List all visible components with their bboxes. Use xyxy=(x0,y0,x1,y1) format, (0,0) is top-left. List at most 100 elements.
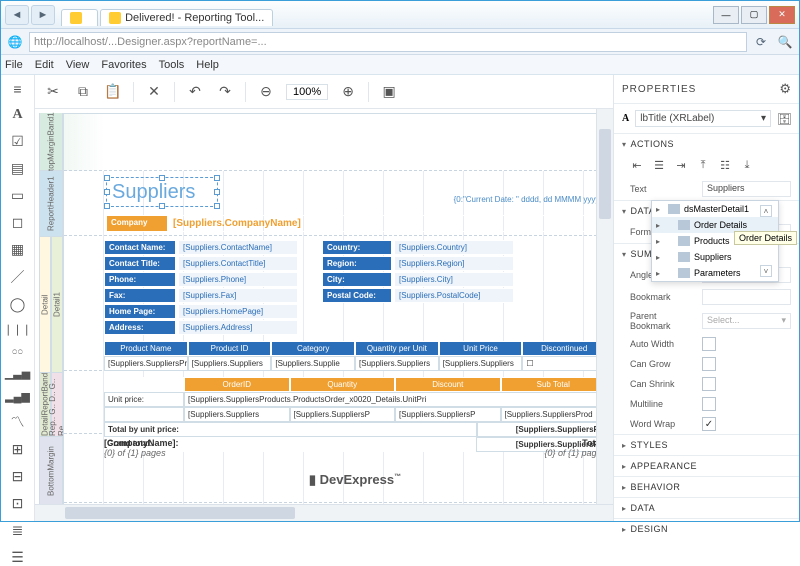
shape-tool[interactable]: ◯ xyxy=(8,296,28,313)
company-value[interactable]: [Suppliers.CompanyName] xyxy=(168,215,602,232)
align-top-icon[interactable]: ⤒ xyxy=(696,158,710,172)
group-behavior[interactable]: BEHAVIOR xyxy=(614,477,799,497)
title-label[interactable]: Suppliers xyxy=(112,181,195,204)
text-input[interactable]: Suppliers xyxy=(702,181,791,197)
subreport-tool[interactable]: ⊡ xyxy=(8,495,28,512)
menu-view[interactable]: View xyxy=(66,59,90,71)
align-bottom-icon[interactable]: ⤓ xyxy=(740,158,754,172)
crossband-tool[interactable]: ☰ xyxy=(8,549,28,566)
table-icon xyxy=(678,220,690,230)
zoom-out-button[interactable]: ⊖ xyxy=(256,82,276,102)
favicon-icon xyxy=(70,12,82,24)
align-icons: ⇤ ☰ ⇥ ⤒ ☷ ⤓ xyxy=(614,154,799,178)
browser-titlebar: ◄ ► Delivered! - Reporting Tool... — ▢ ✕ xyxy=(1,1,799,29)
url-field[interactable]: http://localhost/...Designer.aspx?report… xyxy=(29,32,747,52)
zoom-in-button[interactable]: ⊕ xyxy=(338,82,358,102)
align-right-icon[interactable]: ⇥ xyxy=(674,158,688,172)
richtext-tool[interactable]: ▤ xyxy=(8,160,28,177)
group-styles[interactable]: STYLES xyxy=(614,435,799,455)
menu-help[interactable]: Help xyxy=(196,59,219,71)
cangrow-checkbox[interactable] xyxy=(702,357,716,371)
menu-tools[interactable]: Tools xyxy=(159,59,185,71)
popup-scroll-down[interactable]: ˅ xyxy=(760,265,772,277)
delete-button[interactable]: ✕ xyxy=(144,82,164,102)
wordwrap-label: Word Wrap xyxy=(630,419,696,429)
group-actions[interactable]: ACTIONS xyxy=(614,134,799,154)
band-reportheader[interactable]: ReportHeader1 xyxy=(39,171,63,237)
cut-button[interactable]: ✂ xyxy=(43,82,63,102)
redo-button[interactable]: ↷ xyxy=(215,82,235,102)
menu-favorites[interactable]: Favorites xyxy=(101,59,146,71)
vertical-scrollbar[interactable] xyxy=(596,109,613,504)
autowidth-checkbox[interactable] xyxy=(702,337,716,351)
panel-tool[interactable]: ◻ xyxy=(8,214,28,231)
main-area: ✂ ⧉ 📋 ✕ ↶ ↷ ⊖ 100% ⊕ ▣ topMarginBand1 Re… xyxy=(35,75,613,521)
close-button[interactable]: ✕ xyxy=(769,6,795,24)
zoom-level[interactable]: 100% xyxy=(286,84,328,100)
canshrink-label: Can Shrink xyxy=(630,379,696,389)
group-data[interactable]: DATA xyxy=(614,498,799,518)
label-type-icon: A xyxy=(622,113,629,124)
brand-logo: ▮ DevExpress™ xyxy=(104,472,606,488)
element-selector[interactable]: lbTitle (XRLabel)▾ xyxy=(635,110,771,127)
menu-file[interactable]: File xyxy=(5,59,23,71)
pagebreak-tool[interactable]: ≣ xyxy=(8,522,28,539)
band-detail[interactable]: Detail xyxy=(39,237,51,373)
browser-tabs: Delivered! - Reporting Tool... xyxy=(61,4,713,26)
properties-panel: PROPERTIES ⚙ A lbTitle (XRLabel)▾ 🗄 ACTI… xyxy=(613,75,799,521)
zipcode-tool[interactable]: ೦೦ xyxy=(8,346,28,357)
report-page[interactable]: Suppliers {0:"Current Date: " dddd, dd M… xyxy=(63,113,613,521)
group-design[interactable]: DESIGN xyxy=(614,519,799,539)
checkbox-tool[interactable]: ☑ xyxy=(8,133,28,150)
menu-icon[interactable]: ≡ xyxy=(8,81,28,97)
menu-bar: File Edit View Favorites Tools Help xyxy=(1,55,799,75)
label-tool[interactable]: A xyxy=(8,107,28,123)
align-left-icon[interactable]: ⇤ xyxy=(630,158,644,172)
popup-item-suppliers[interactable]: Suppliers xyxy=(652,249,778,265)
trend-tool[interactable]: 〽 xyxy=(8,413,28,431)
align-center-icon[interactable]: ☰ xyxy=(652,158,666,172)
band-detailreport2[interactable]: Rep.. G.. D.. G.. Re.. xyxy=(51,373,63,437)
gear-icon[interactable]: ⚙ xyxy=(779,81,791,97)
search-icon[interactable]: 🔍 xyxy=(775,32,795,52)
band-topmargin[interactable]: topMarginBand1 xyxy=(39,113,63,171)
menu-edit[interactable]: Edit xyxy=(35,59,54,71)
undo-button[interactable]: ↶ xyxy=(185,82,205,102)
forward-button[interactable]: ► xyxy=(31,5,55,25)
line-tool[interactable]: ／ xyxy=(8,268,28,286)
sparkline-tool[interactable]: ▂▄▆ xyxy=(8,390,28,403)
minimize-button[interactable]: — xyxy=(713,6,739,24)
barcode-tool[interactable]: ❘❘❘ xyxy=(8,323,28,336)
parent-bookmark-select[interactable]: Select...▾ xyxy=(702,313,791,329)
gauge-tool[interactable]: ⊟ xyxy=(8,468,28,485)
popup-scroll-up[interactable]: ˄ xyxy=(760,205,772,217)
band-rail: topMarginBand1 ReportHeader1 Detail Deta… xyxy=(39,113,63,521)
design-canvas[interactable]: topMarginBand1 ReportHeader1 Detail Deta… xyxy=(35,109,613,521)
footer-pages-left: {0} of {1} pages xyxy=(104,448,166,458)
company-header: Company xyxy=(106,215,168,232)
group-appearance[interactable]: APPEARANCE xyxy=(614,456,799,476)
date-label[interactable]: {0:"Current Date: " dddd, dd MMMM yyyy} xyxy=(454,195,602,204)
wordwrap-checkbox[interactable]: ✓ xyxy=(702,417,716,431)
canshrink-checkbox[interactable] xyxy=(702,377,716,391)
back-button[interactable]: ◄ xyxy=(5,5,29,25)
paste-button[interactable]: 📋 xyxy=(103,82,123,102)
copy-button[interactable]: ⧉ xyxy=(73,82,93,102)
picture-tool[interactable]: ▭ xyxy=(8,187,28,204)
align-middle-icon[interactable]: ☷ xyxy=(718,158,732,172)
database-icon[interactable]: 🗄 xyxy=(777,112,791,126)
browser-nav: ◄ ► xyxy=(5,5,55,25)
chart-tool[interactable]: ▁▃▅ xyxy=(8,367,28,380)
bookmark-input[interactable] xyxy=(702,289,791,305)
band-detail1[interactable]: Detail1 xyxy=(51,237,63,373)
table-tool[interactable]: ▦ xyxy=(8,241,28,258)
refresh-button[interactable]: ⟳ xyxy=(751,32,771,52)
pivot-tool[interactable]: ⊞ xyxy=(8,441,28,458)
tab-delivered[interactable]: Delivered! - Reporting Tool... xyxy=(100,9,273,26)
band-bottommargin[interactable]: BottomMargin xyxy=(39,437,63,507)
maximize-button[interactable]: ▢ xyxy=(741,6,767,24)
preview-button[interactable]: ▣ xyxy=(379,82,399,102)
horizontal-scrollbar[interactable] xyxy=(35,504,613,521)
multiline-checkbox[interactable] xyxy=(702,397,716,411)
tab-blank[interactable] xyxy=(61,9,98,26)
